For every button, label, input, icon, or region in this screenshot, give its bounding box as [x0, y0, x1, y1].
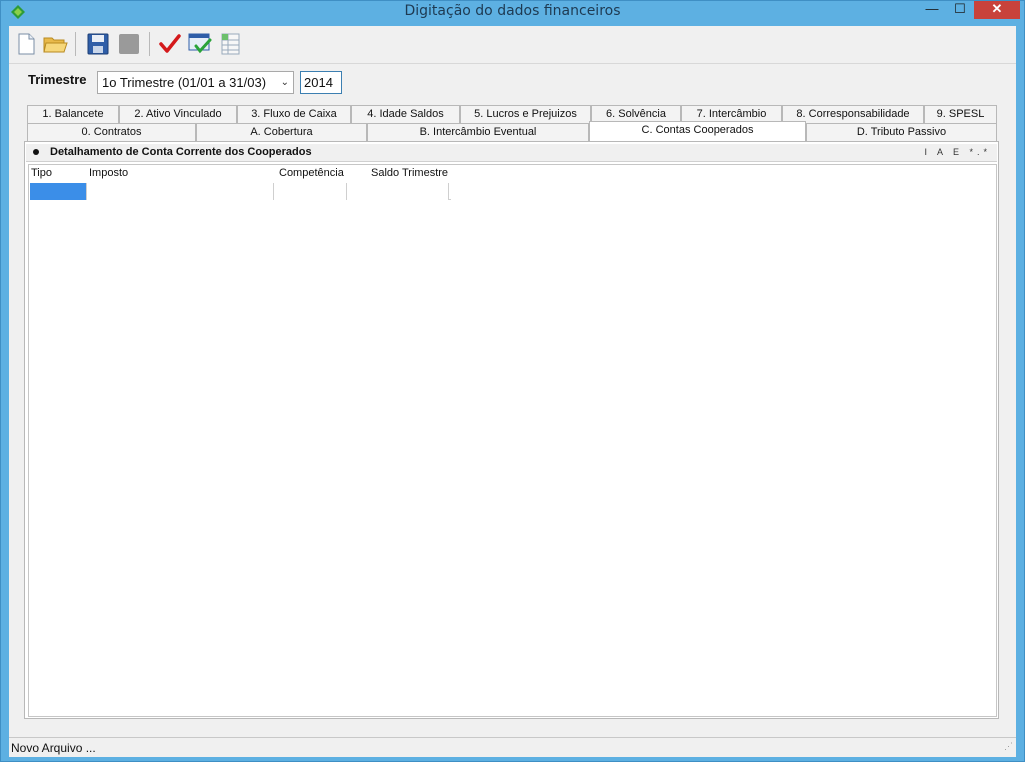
status-text: Novo Arquivo ...	[11, 741, 96, 755]
trimestre-select-value: 1o Trimestre (01/01 a 31/03)	[102, 75, 267, 90]
panel-header: Detalhamento de Conta Corrente dos Coope…	[26, 144, 997, 162]
cell-competencia[interactable]	[274, 183, 347, 200]
tab-spesl[interactable]: 9. SPESL	[924, 105, 997, 123]
data-grid[interactable]: Tipo Imposto Competência Saldo Trimestre	[28, 164, 997, 717]
cell-saldo-trimestre[interactable]	[347, 183, 449, 200]
status-bar: Novo Arquivo ... ⋰	[9, 737, 1016, 757]
column-header-saldo-trimestre[interactable]: Saldo Trimestre	[371, 167, 448, 179]
tab-lucros-e-prejuizos[interactable]: 5. Lucros e Prejuizos	[460, 105, 591, 123]
title-bar[interactable]: Digitação do dados financeiros — ☐ ✕	[1, 1, 1024, 25]
table-row[interactable]	[30, 183, 451, 200]
cell-tipo[interactable]	[30, 183, 87, 200]
client-area: Trimestre 1o Trimestre (01/01 a 31/03) ⌄…	[9, 26, 1016, 757]
bullet-icon	[33, 149, 39, 155]
new-document-icon[interactable]	[13, 31, 39, 57]
toolbar-separator	[149, 32, 150, 56]
maximize-button[interactable]: ☐	[946, 1, 974, 19]
tab-cobertura[interactable]: A. Cobertura	[196, 123, 367, 141]
trimestre-label: Trimestre	[28, 72, 87, 87]
window-title: Digitação do dados financeiros	[404, 3, 621, 19]
tab-fluxo-de-caixa[interactable]: 3. Fluxo de Caixa	[237, 105, 351, 123]
spreadsheet-icon[interactable]	[218, 31, 244, 57]
toolbar	[9, 26, 1016, 64]
toolbar-separator	[75, 32, 76, 56]
column-header-competencia[interactable]: Competência	[279, 167, 344, 179]
panel-flags[interactable]: I A E *.*	[924, 147, 991, 157]
column-header-imposto[interactable]: Imposto	[89, 167, 128, 179]
confirm-check-icon[interactable]	[157, 31, 183, 57]
year-input[interactable]: 2014	[300, 71, 342, 94]
chevron-down-icon[interactable]: ⌄	[281, 72, 289, 93]
tab-tributo-passivo[interactable]: D. Tributo Passivo	[806, 123, 997, 141]
tab-contratos[interactable]: 0. Contratos	[27, 123, 196, 141]
validate-icon[interactable]	[187, 31, 213, 57]
column-header-tipo[interactable]: Tipo	[31, 167, 52, 179]
cell-imposto[interactable]	[87, 183, 274, 200]
disabled-icon[interactable]	[116, 31, 142, 57]
main-window: Digitação do dados financeiros — ☐ ✕ Tri…	[0, 0, 1025, 762]
minimize-button[interactable]: —	[918, 1, 946, 19]
tab-ativo-vinculado[interactable]: 2. Ativo Vinculado	[119, 105, 237, 123]
trimestre-select[interactable]: 1o Trimestre (01/01 a 31/03) ⌄	[97, 71, 294, 94]
tab-contas-cooperados[interactable]: C. Contas Cooperados	[589, 121, 806, 141]
resize-grip-icon[interactable]: ⋰	[1004, 742, 1014, 754]
close-button[interactable]: ✕	[974, 1, 1020, 19]
open-folder-icon[interactable]	[42, 31, 68, 57]
tab-intercambio-eventual[interactable]: B. Intercâmbio Eventual	[367, 123, 589, 141]
tab-idade-saldos[interactable]: 4. Idade Saldos	[351, 105, 460, 123]
tab-panel: Detalhamento de Conta Corrente dos Coope…	[24, 141, 999, 719]
panel-title: Detalhamento de Conta Corrente dos Coope…	[50, 146, 312, 158]
tab-balancete[interactable]: 1. Balancete	[27, 105, 119, 123]
save-icon[interactable]	[85, 31, 111, 57]
